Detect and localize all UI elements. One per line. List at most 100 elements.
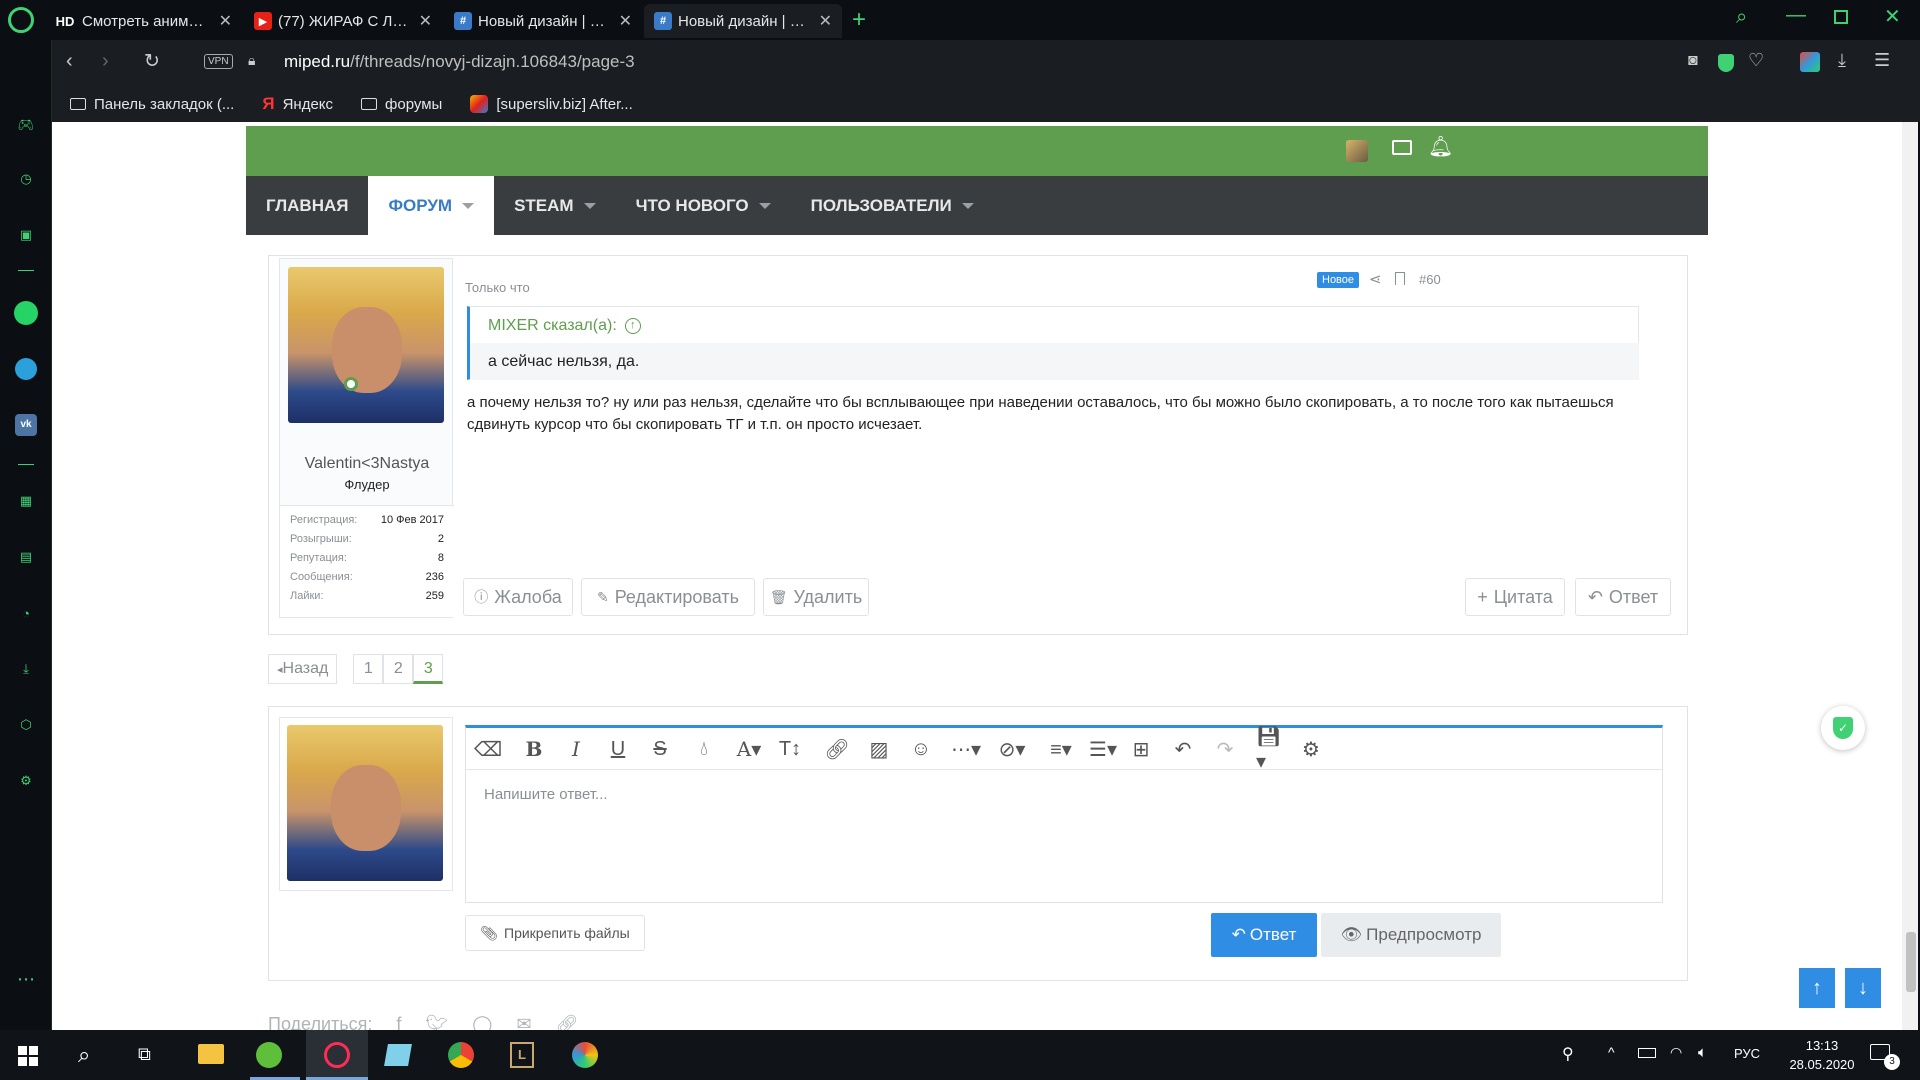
page-2[interactable]: 2: [383, 654, 414, 684]
submit-reply-button[interactable]: ↶ Ответ: [1211, 913, 1317, 957]
avatar[interactable]: [288, 267, 444, 423]
opera-logo-icon[interactable]: [8, 7, 34, 33]
close-icon[interactable]: ✕: [619, 11, 632, 31]
gear-icon[interactable]: ⚙: [1300, 734, 1322, 764]
facebook-icon[interactable]: f: [396, 1014, 401, 1030]
page-3-current[interactable]: 3: [413, 654, 444, 684]
user-avatar-small[interactable]: [1346, 140, 1368, 162]
bold-icon[interactable]: B: [524, 734, 544, 764]
wifi-icon[interactable]: ◠: [1670, 1044, 1682, 1061]
bookmark-supersliv[interactable]: [supersliv.biz] After...: [470, 95, 633, 113]
news-icon[interactable]: ▤: [13, 544, 39, 570]
telegram-icon[interactable]: [13, 356, 39, 382]
battery-icon[interactable]: [1638, 1048, 1656, 1058]
vpn-badge[interactable]: VPN: [204, 54, 233, 69]
paint-icon[interactable]: [572, 1042, 598, 1068]
align-icon[interactable]: ≡▾: [1044, 734, 1078, 764]
adblock-shield-button[interactable]: ✓: [1821, 706, 1865, 750]
scrollbar[interactable]: [1902, 122, 1918, 1030]
link-icon[interactable]: 🔗︎: [556, 1014, 579, 1030]
chevron-down-icon[interactable]: [758, 202, 771, 209]
font-size-icon[interactable]: T↕: [772, 734, 808, 764]
settings-icon[interactable]: ⚙: [13, 768, 39, 794]
strikethrough-icon[interactable]: S: [650, 734, 670, 764]
tab-forum-1[interactable]: # Новый дизайн | Форум Ми ✕: [444, 4, 642, 38]
post-time[interactable]: Только что: [465, 280, 530, 295]
bell-icon[interactable]: 🔔︎: [1428, 134, 1453, 159]
nav-steam[interactable]: STEAM: [494, 176, 616, 235]
scroll-bottom-button[interactable]: ↓: [1845, 968, 1881, 1008]
whatsapp-icon[interactable]: [13, 300, 39, 326]
download-icon[interactable]: ⤓: [1838, 50, 1846, 71]
extension-icon[interactable]: [1800, 52, 1820, 72]
link-icon[interactable]: 🔗︎: [824, 734, 849, 764]
bookmark-panel[interactable]: Панель закладок (...: [70, 96, 234, 113]
image-icon[interactable]: ▨: [868, 734, 890, 764]
new-tab-button[interactable]: +: [852, 6, 866, 34]
color-drop-icon[interactable]: 💧︎: [694, 734, 714, 764]
nav-users[interactable]: ПОЛЬЗОВАТЕЛИ: [791, 176, 994, 235]
easy-setup-icon[interactable]: ☰: [1874, 50, 1890, 71]
restore-button[interactable]: [1834, 10, 1848, 24]
chrome-icon[interactable]: [448, 1042, 474, 1068]
reply-button[interactable]: ↶ Ответ: [1575, 578, 1671, 616]
smiley-icon[interactable]: ☺: [910, 734, 932, 764]
language-indicator[interactable]: РУС: [1734, 1046, 1760, 1061]
italic-icon[interactable]: I: [566, 734, 586, 764]
apps-grid-icon[interactable]: ▦: [13, 488, 39, 514]
tab-forum-2[interactable]: # Новый дизайн | Форум Ми ✕: [644, 4, 842, 38]
edit-button[interactable]: ✎ Редактировать: [581, 578, 755, 616]
scrollbar-thumb[interactable]: [1906, 932, 1916, 992]
explorer-icon[interactable]: [198, 1044, 224, 1064]
save-draft-icon[interactable]: 💾︎▾: [1256, 726, 1290, 773]
tab-youtube[interactable]: ▶ (77) ЖИРАФ С ЛЕТАЮЩЕЙ ✕: [244, 4, 442, 38]
windows-start-icon[interactable]: [18, 1046, 38, 1066]
history-icon[interactable]: ◔: [13, 600, 39, 626]
nav-home[interactable]: ГЛАВНАЯ: [246, 176, 368, 235]
attach-files-button[interactable]: 📎︎ Прикрепить файлы: [465, 915, 645, 951]
tray-chevron-icon[interactable]: ^: [1608, 1044, 1615, 1060]
app-icon[interactable]: [384, 1044, 412, 1066]
page-1[interactable]: 1: [353, 654, 384, 684]
extensions-cube-icon[interactable]: ⬡: [13, 712, 39, 738]
chevron-down-icon[interactable]: [583, 202, 596, 209]
clock[interactable]: 13:13 28.05.2020: [1776, 1036, 1868, 1074]
camera-icon[interactable]: ◙: [1688, 52, 1698, 70]
more-icon[interactable]: ⋯: [13, 966, 39, 992]
email-icon[interactable]: ✉: [516, 1014, 531, 1030]
scroll-top-button[interactable]: ↑: [1799, 968, 1835, 1008]
chevron-down-icon[interactable]: [462, 202, 475, 209]
people-icon[interactable]: ⚲: [1562, 1044, 1574, 1064]
font-family-icon[interactable]: A▾: [732, 734, 766, 764]
quote-button[interactable]: + Цитата: [1465, 578, 1565, 616]
undo-icon[interactable]: ↶: [1172, 734, 1194, 764]
quote-author[interactable]: MIXER сказал(а): ↑: [488, 317, 641, 335]
report-button[interactable]: ⓘ Жалоба: [463, 578, 573, 616]
share-icon[interactable]: ⋖: [1369, 270, 1382, 288]
twitch-icon[interactable]: ▣: [13, 222, 39, 248]
more-options-icon[interactable]: ⋯▾: [950, 734, 982, 764]
bookmark-yandex[interactable]: Я Яндекс: [262, 94, 333, 114]
reload-icon[interactable]: ↻: [144, 50, 160, 73]
search-icon[interactable]: ⌕: [78, 1042, 90, 1068]
bookmark-icon[interactable]: [1395, 272, 1405, 285]
gamepad-icon[interactable]: 🎮︎: [13, 112, 39, 138]
nav-whats-new[interactable]: ЧТО НОВОГО: [616, 176, 791, 235]
jump-up-icon[interactable]: ↑: [624, 318, 641, 334]
close-icon[interactable]: ✕: [219, 11, 232, 31]
shield-icon[interactable]: [1718, 54, 1734, 72]
vk-icon[interactable]: vk: [13, 412, 39, 438]
forward-icon[interactable]: ›: [102, 50, 109, 73]
nav-forum[interactable]: ФОРУМ: [368, 176, 495, 235]
search-tabs-icon[interactable]: ⌕: [1736, 6, 1747, 29]
utorrent-icon[interactable]: [256, 1042, 282, 1068]
preview-button[interactable]: 👁︎ Предпросмотр: [1321, 913, 1501, 957]
reply-textarea[interactable]: Напишите ответ...: [484, 786, 608, 803]
chevron-down-icon[interactable]: [961, 202, 974, 209]
table-icon[interactable]: ⊞: [1130, 734, 1152, 764]
task-view-icon[interactable]: ⧉: [138, 1044, 151, 1065]
volume-icon[interactable]: 🔈︎: [1698, 1044, 1707, 1061]
prev-page-button[interactable]: ◂ Назад: [268, 654, 338, 684]
post-number[interactable]: #60: [1419, 272, 1441, 287]
close-icon[interactable]: ✕: [819, 11, 832, 31]
